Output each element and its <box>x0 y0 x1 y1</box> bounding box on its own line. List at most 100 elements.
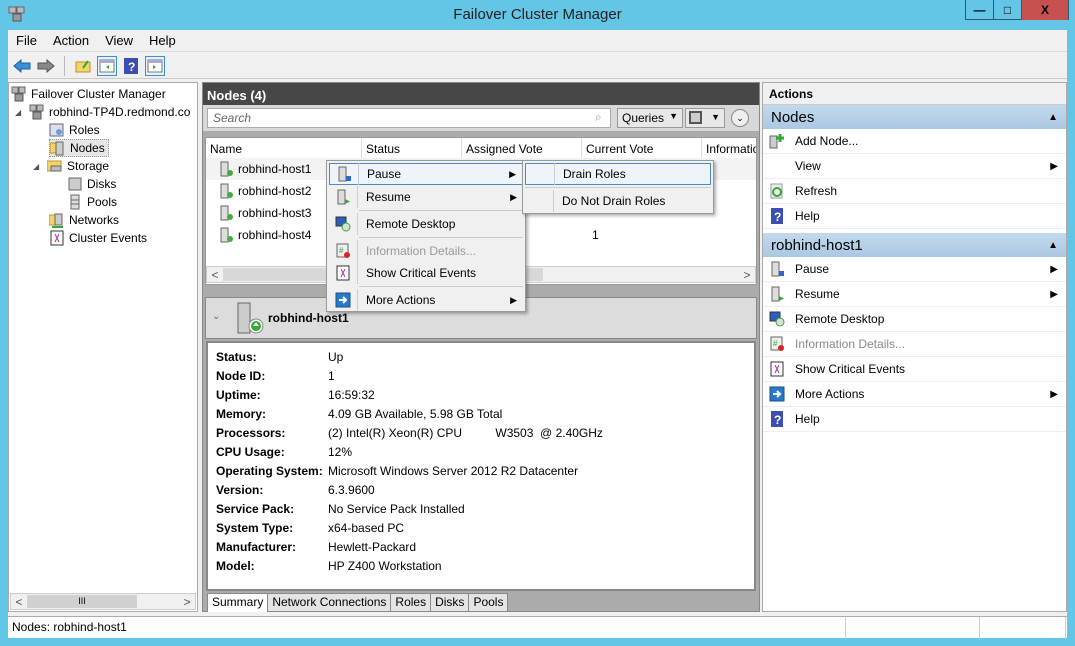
context-menu-remote-desktop[interactable]: Remote Desktop <box>329 213 523 235</box>
close-button[interactable]: X <box>1022 0 1068 20</box>
storage-folder-icon <box>47 160 62 172</box>
tab-disks[interactable]: Disks <box>430 593 470 612</box>
show-hide-action-pane-icon[interactable] <box>145 55 165 76</box>
expand-collapse-icon[interactable]: ⌄ <box>731 109 749 127</box>
table-row[interactable]: robhind-host3 <box>206 202 311 224</box>
scroll-right-icon[interactable]: > <box>739 268 755 282</box>
nodes-folder-icon <box>50 141 64 156</box>
property-row: Model: HP Z400 Workstation <box>216 556 746 575</box>
tree-item-cluster-events[interactable]: Cluster Events <box>49 229 147 247</box>
table-row[interactable]: robhind-host2 <box>206 180 311 202</box>
action-group-host[interactable]: robhind-host1 ▲ <box>763 233 1066 257</box>
collapse-chevron-icon[interactable]: ⌄ <box>212 311 220 322</box>
menu-file[interactable]: File <box>8 33 45 48</box>
save-query-dropdown[interactable]: ▼ <box>685 108 725 128</box>
submenu-do-not-drain-roles[interactable]: Do Not Drain Roles <box>525 190 711 212</box>
back-icon[interactable] <box>12 56 32 76</box>
scroll-right-icon[interactable]: > <box>179 595 195 609</box>
action-pause[interactable]: Pause ▶ <box>763 257 1066 282</box>
menu-separator <box>359 286 523 287</box>
property-value: Microsoft Windows Server 2012 R2 Datacen… <box>328 463 579 478</box>
tree-item-pools[interactable]: Pools <box>67 193 117 211</box>
context-menu-more-actions[interactable]: More Actions ▶ <box>329 289 523 311</box>
console-tree: Failover Cluster Manager ◢ robhind-TP4D.… <box>8 82 198 612</box>
action-label: Help <box>795 209 820 223</box>
action-refresh[interactable]: Refresh <box>763 179 1066 204</box>
submenu-drain-roles[interactable]: Drain Roles <box>525 163 711 185</box>
property-key: Uptime: <box>216 387 261 402</box>
expand-triangle-icon[interactable]: ◢ <box>15 108 25 117</box>
menu-action[interactable]: Action <box>45 33 97 48</box>
context-menu-pause[interactable]: Pause ▶ <box>329 163 523 185</box>
property-key: Version: <box>216 482 264 497</box>
tab-pools[interactable]: Pools <box>468 593 509 612</box>
forward-icon[interactable] <box>36 56 56 76</box>
tab-summary[interactable]: Summary <box>207 593 269 612</box>
up-folder-icon[interactable] <box>73 56 93 76</box>
maximize-button[interactable]: □ <box>994 0 1022 20</box>
scroll-left-icon[interactable]: < <box>11 595 27 609</box>
tree-item-storage[interactable]: ◢ Storage <box>33 157 109 175</box>
context-menu-show-critical-events[interactable]: Show Critical Events <box>329 262 523 284</box>
node-name: robhind-host2 <box>238 184 312 198</box>
pause-node-icon <box>771 261 784 277</box>
action-help-host[interactable]: ? Help <box>763 407 1066 432</box>
tree-item-nodes[interactable]: Nodes <box>49 139 109 157</box>
scroll-left-icon[interactable]: < <box>207 268 223 282</box>
information-details-icon: # <box>770 336 784 351</box>
queries-dropdown[interactable]: Queries ▼ <box>617 108 683 128</box>
action-more-actions[interactable]: More Actions ▶ <box>763 382 1066 407</box>
property-key: CPU Usage: <box>216 444 285 459</box>
tree-item-roles[interactable]: Roles <box>49 121 100 139</box>
table-row[interactable]: robhind-host4 <box>206 224 311 246</box>
tree-item-disks[interactable]: Disks <box>67 175 116 193</box>
collapse-up-icon[interactable]: ▲ <box>1048 240 1058 251</box>
submenu-arrow-icon: ▶ <box>509 168 516 179</box>
collapse-up-icon[interactable]: ▲ <box>1048 112 1058 123</box>
help-icon[interactable]: ? <box>121 56 141 76</box>
remote-desktop-icon <box>335 216 351 232</box>
tree-cluster-label: robhind-TP4D.redmond.co <box>49 105 191 119</box>
action-remote-desktop[interactable]: Remote Desktop <box>763 307 1066 332</box>
node-server-icon <box>220 227 233 243</box>
action-help[interactable]: ? Help <box>763 204 1066 229</box>
tree-item-label: Roles <box>69 123 100 137</box>
property-key: Memory: <box>216 406 267 421</box>
resume-node-icon <box>337 189 350 205</box>
menu-help[interactable]: Help <box>141 33 184 48</box>
property-key: Processors: <box>216 425 286 440</box>
column-header-status[interactable]: Status <box>362 138 462 158</box>
tree-root[interactable]: Failover Cluster Manager <box>11 85 166 103</box>
window-title: Failover Cluster Manager <box>453 6 622 23</box>
tree-cluster[interactable]: ◢ robhind-TP4D.redmond.co <box>15 103 190 121</box>
action-show-critical-events[interactable]: Show Critical Events <box>763 357 1066 382</box>
search-input[interactable]: Search <box>207 108 611 128</box>
menu-view[interactable]: View <box>97 33 141 48</box>
column-header-assigned-vote[interactable]: Assigned Vote <box>462 138 582 158</box>
action-label: More Actions <box>795 387 865 401</box>
tree-item-networks[interactable]: Networks <box>49 211 119 229</box>
tab-network-connections[interactable]: Network Connections <box>267 593 392 612</box>
action-information-details[interactable]: # Information Details... <box>763 332 1066 357</box>
scroll-thumb[interactable]: III <box>27 595 137 608</box>
resume-node-icon <box>771 286 784 302</box>
column-header-current-vote[interactable]: Current Vote <box>582 138 702 158</box>
property-row: Manufacturer: Hewlett-Packard <box>216 537 746 556</box>
tab-roles[interactable]: Roles <box>390 593 432 612</box>
detail-summary: Status: Up Node ID: 1 Uptime: 16:59:32 Memo… <box>206 341 756 591</box>
node-server-icon <box>220 205 233 221</box>
context-menu-information-details[interactable]: # Information Details... <box>329 240 523 262</box>
action-view[interactable]: View ▶ <box>763 154 1066 179</box>
action-group-nodes[interactable]: Nodes ▲ <box>763 105 1066 129</box>
column-header-information[interactable]: Information <box>702 138 756 158</box>
show-hide-console-tree-icon[interactable] <box>97 55 117 76</box>
action-resume[interactable]: Resume ▶ <box>763 282 1066 307</box>
expand-triangle-icon[interactable]: ◢ <box>33 162 43 171</box>
column-header-name[interactable]: Name <box>206 138 362 158</box>
context-menu-label: More Actions <box>357 289 523 311</box>
nodes-pane-title: Nodes (4) <box>203 83 759 105</box>
context-menu-resume[interactable]: Resume ▶ <box>329 186 523 208</box>
minimize-button[interactable]: — <box>966 0 994 20</box>
action-add-node[interactable]: Add Node... <box>763 129 1066 154</box>
tree-horizontal-scrollbar[interactable]: < III > <box>10 593 196 610</box>
